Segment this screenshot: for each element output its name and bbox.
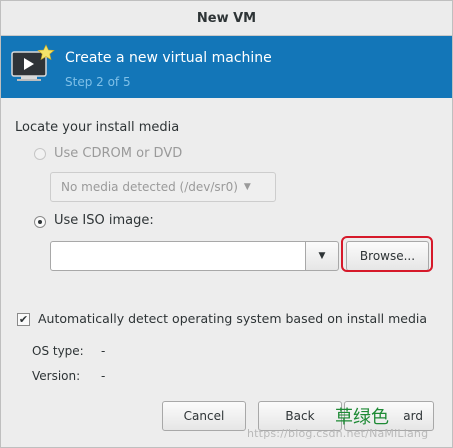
back-button[interactable]: Back: [258, 401, 342, 431]
new-vm-dialog: New VM Create a new virtual machine Step…: [0, 0, 453, 448]
cdrom-radio[interactable]: [34, 148, 46, 160]
iso-label: Use ISO image:: [54, 213, 154, 228]
iso-path-input[interactable]: [50, 241, 306, 271]
auto-detect-checkbox[interactable]: ✔: [17, 313, 30, 326]
os-type-label: OS type:: [32, 344, 84, 358]
chevron-down-icon: ▼: [318, 251, 326, 261]
install-media-heading: Locate your install media: [15, 120, 180, 135]
os-type-value: -: [101, 344, 106, 358]
window-title: New VM: [196, 10, 257, 26]
checkmark-icon: ✔: [18, 313, 29, 326]
iso-history-dropdown[interactable]: ▼: [305, 241, 339, 271]
vm-monitor-icon: [11, 44, 55, 81]
wizard-header: Create a new virtual machine Step 2 of 5: [1, 36, 452, 98]
cdrom-label: Use CDROM or DVD: [54, 146, 183, 161]
wizard-step: Step 2 of 5: [65, 75, 131, 89]
iso-radio[interactable]: [34, 216, 46, 228]
forward-button[interactable]: ard: [344, 401, 434, 431]
cancel-button[interactable]: Cancel: [162, 401, 246, 431]
chevron-down-icon: ▼: [243, 182, 251, 192]
auto-detect-label: Automatically detect operating system ba…: [38, 311, 428, 326]
version-value: -: [101, 369, 106, 383]
browse-button[interactable]: Browse...: [346, 241, 429, 271]
wizard-title: Create a new virtual machine: [65, 50, 272, 66]
cdrom-device-value: No media detected (/dev/sr0): [61, 180, 238, 194]
cdrom-device-select[interactable]: No media detected (/dev/sr0) ▼: [50, 172, 276, 202]
window-titlebar: New VM: [1, 1, 452, 36]
version-label: Version:: [32, 369, 81, 383]
radio-selected-dot: [38, 220, 42, 224]
